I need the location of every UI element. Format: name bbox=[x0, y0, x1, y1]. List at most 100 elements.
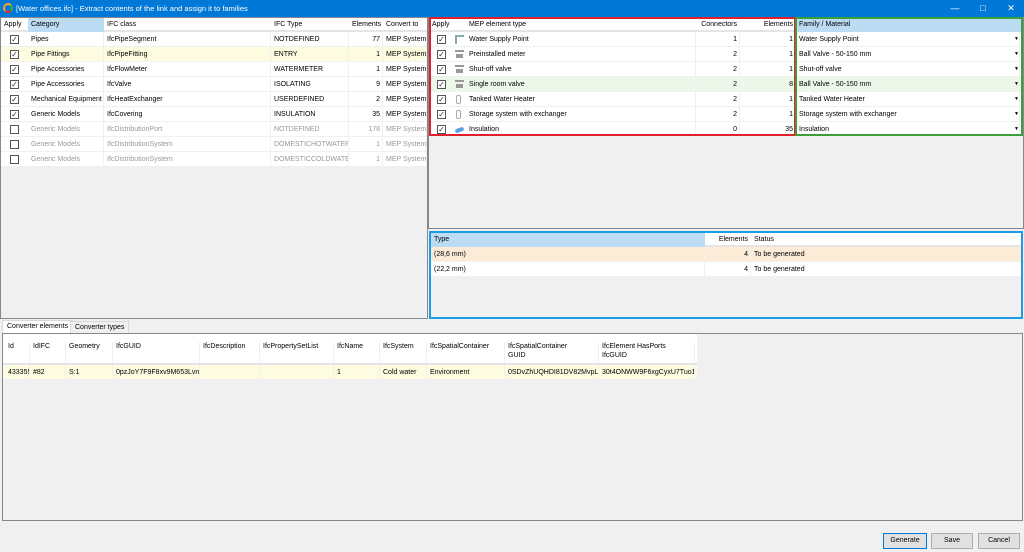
cell-convert-to: MEP System bbox=[383, 152, 427, 167]
generate-button[interactable]: Generate bbox=[883, 533, 927, 549]
apply-checkbox[interactable] bbox=[10, 155, 19, 164]
column-header[interactable]: Status bbox=[751, 233, 1021, 247]
column-header[interactable]: Elements bbox=[349, 18, 383, 32]
cell-family[interactable]: Shut-off valve bbox=[796, 62, 1023, 77]
cell-elements: 35 bbox=[740, 122, 796, 137]
apply-checkbox[interactable]: ✓ bbox=[10, 35, 19, 44]
table-row[interactable]: ✓ Pipes IfcPipeSegment NOTDEFINED 77 MEP Syst… bbox=[1, 32, 427, 47]
converter-grid: Id IdIFC Geometry IfcGUID IfcDescription IfcP… bbox=[3, 334, 697, 380]
chevron-down-icon[interactable]: ▼ bbox=[1011, 32, 1020, 47]
apply-checkbox[interactable]: ✓ bbox=[437, 95, 446, 104]
cell: S:1 bbox=[66, 365, 113, 380]
column-header[interactable]: IfcPropertySetList bbox=[260, 342, 334, 363]
save-button[interactable]: Save bbox=[931, 533, 973, 549]
cell-connectors: 0 bbox=[695, 122, 740, 137]
cell-family[interactable]: Insulation bbox=[796, 122, 1023, 137]
column-header[interactable]: Type bbox=[431, 233, 705, 247]
column-header[interactable]: Category bbox=[28, 18, 104, 32]
apply-checkbox[interactable]: ✓ bbox=[10, 110, 19, 119]
table-row[interactable]: ✓ Storage system with exchanger 2 1 Storage … bbox=[429, 107, 1023, 122]
table-row[interactable]: Generic Models IfcDistributionSystem DOMES… bbox=[1, 152, 427, 167]
table-row[interactable]: ✓ Pipe Fittings IfcPipeFitting ENTRY 1 MEP Sy… bbox=[1, 47, 427, 62]
apply-checkbox[interactable]: ✓ bbox=[437, 125, 446, 134]
close-button[interactable]: ✕ bbox=[1001, 2, 1021, 15]
cell-ifc-type: NOTDEFINED bbox=[271, 122, 349, 137]
cell-status: To be generated bbox=[751, 247, 1021, 262]
table-row[interactable]: ✓ Generic Models IfcCovering INSULATION 35 ME… bbox=[1, 107, 427, 122]
column-header[interactable]: Geometry bbox=[66, 342, 113, 363]
converter-grid-panel: Id IdIFC Geometry IfcGUID IfcDescription IfcP… bbox=[2, 333, 1023, 521]
apply-checkbox[interactable]: ✓ bbox=[10, 65, 19, 74]
chevron-down-icon[interactable]: ▼ bbox=[1011, 107, 1020, 122]
apply-checkbox[interactable]: ✓ bbox=[437, 110, 446, 119]
apply-checkbox[interactable]: ✓ bbox=[437, 35, 446, 44]
tab-converter-elements[interactable]: Converter elements bbox=[2, 320, 74, 334]
cell: #82 bbox=[30, 365, 66, 380]
cell-ifc-type: USERDEFINED bbox=[271, 92, 349, 107]
column-header[interactable]: IfcGUID bbox=[113, 342, 200, 363]
chevron-down-icon[interactable]: ▼ bbox=[1011, 77, 1020, 92]
column-header[interactable]: Apply bbox=[429, 18, 453, 32]
cell: 30t4ONWW9F6xgCyxU7Tuo1 bbox=[599, 365, 695, 380]
table-row[interactable]: 433355 #82 S:1 0pzJoY7F9F8xv9M653LvnA 1 Cold … bbox=[3, 365, 697, 380]
cell-family[interactable]: Ball Valve - 50-150 mm bbox=[796, 47, 1023, 62]
cell-family[interactable]: Tanked Water Heater bbox=[796, 92, 1023, 107]
cell-elements: 77 bbox=[349, 32, 383, 47]
cell-elements: 1 bbox=[740, 92, 796, 107]
cancel-button[interactable]: Cancel bbox=[978, 533, 1020, 549]
column-header[interactable]: Id bbox=[5, 342, 30, 363]
column-header[interactable]: Elements bbox=[705, 233, 751, 247]
table-row[interactable]: ✓ Pipe Accessories IfcValve ISOLATING 9 MEP S… bbox=[1, 77, 427, 92]
cell-family[interactable]: Ball Valve - 50-150 mm bbox=[796, 77, 1023, 92]
cell-family[interactable]: Storage system with exchanger bbox=[796, 107, 1023, 122]
table-row[interactable]: Generic Models IfcDistributionPort NOTDEFI… bbox=[1, 122, 427, 137]
apply-checkbox[interactable]: ✓ bbox=[10, 80, 19, 89]
table-row[interactable]: (28,6 mm) 4 To be generated bbox=[431, 247, 1021, 262]
column-header[interactable]: IdIFC bbox=[30, 342, 66, 363]
apply-checkbox[interactable] bbox=[10, 125, 19, 134]
column-header[interactable]: IfcDescription bbox=[200, 342, 260, 363]
column-header[interactable]: IfcName bbox=[334, 342, 380, 363]
column-header[interactable]: Elements bbox=[740, 18, 796, 32]
apply-checkbox[interactable]: ✓ bbox=[10, 95, 19, 104]
column-header[interactable]: Connectors bbox=[695, 18, 740, 32]
column-header[interactable]: Apply bbox=[1, 18, 28, 32]
table-row[interactable]: ✓ Water Supply Point 1 1 Water Supply Point ▼ bbox=[429, 32, 1023, 47]
table-row[interactable]: ✓ Preinstalled meter 2 1 Ball Valve - 50-150… bbox=[429, 47, 1023, 62]
chevron-down-icon[interactable]: ▼ bbox=[1011, 47, 1020, 62]
column-header[interactable]: IfcSpatialContainer bbox=[427, 342, 505, 363]
table-row[interactable]: Generic Models IfcDistributionSystem DOMES… bbox=[1, 137, 427, 152]
table-row[interactable]: (22,2 mm) 4 To be generated bbox=[431, 262, 1021, 277]
table-row[interactable]: ✓ Shut-off valve 2 1 Shut-off valve ▼ bbox=[429, 62, 1023, 77]
cell-elements: 9 bbox=[349, 77, 383, 92]
column-header[interactable]: Family / Material bbox=[796, 18, 1023, 32]
column-header[interactable]: MEP element type bbox=[466, 18, 696, 32]
grid-header: Id IdIFC Geometry IfcGUID IfcDescription IfcP… bbox=[3, 334, 697, 365]
apply-checkbox[interactable]: ✓ bbox=[437, 65, 446, 74]
apply-checkbox[interactable]: ✓ bbox=[10, 50, 19, 59]
apply-checkbox[interactable]: ✓ bbox=[437, 50, 446, 59]
apply-checkbox[interactable] bbox=[10, 140, 19, 149]
title-bar: [Water offices.ifc] - Extract contents o… bbox=[0, 0, 1024, 17]
table-row[interactable]: ✓ Pipe Accessories IfcFlowMeter WATERMETER 1… bbox=[1, 62, 427, 77]
minimize-button[interactable]: — bbox=[945, 2, 965, 15]
maximize-button[interactable]: □ bbox=[973, 2, 993, 15]
cell-family[interactable]: Water Supply Point bbox=[796, 32, 1023, 47]
table-row[interactable]: ✓ Mechanical Equipment IfcHeatExchanger USE… bbox=[1, 92, 427, 107]
column-header[interactable]: IfcElement HasPorts IfcGUID bbox=[599, 342, 695, 363]
table-row[interactable]: ✓ Insulation 0 35 Insulation ▼ bbox=[429, 122, 1023, 137]
cell bbox=[200, 365, 260, 380]
chevron-down-icon[interactable]: ▼ bbox=[1011, 122, 1020, 137]
column-header[interactable]: Convert to bbox=[383, 18, 427, 32]
table-row[interactable]: ✓ Tanked Water Heater 2 1 Tanked Water Heate… bbox=[429, 92, 1023, 107]
cell-connectors: 2 bbox=[695, 47, 740, 62]
column-header[interactable]: IFC class bbox=[104, 18, 271, 32]
chevron-down-icon[interactable]: ▼ bbox=[1011, 62, 1020, 77]
grid-header: Apply MEP element type Connectors Elements F… bbox=[429, 18, 1023, 32]
column-header[interactable]: IFC Type bbox=[271, 18, 349, 32]
chevron-down-icon[interactable]: ▼ bbox=[1011, 92, 1020, 107]
column-header[interactable]: IfcSpatialContainer GUID bbox=[505, 342, 599, 363]
apply-checkbox[interactable]: ✓ bbox=[437, 80, 446, 89]
column-header[interactable]: IfcSystem bbox=[380, 342, 427, 363]
table-row[interactable]: ✓ Single room valve 2 8 Ball Valve - 50-150 … bbox=[429, 77, 1023, 92]
